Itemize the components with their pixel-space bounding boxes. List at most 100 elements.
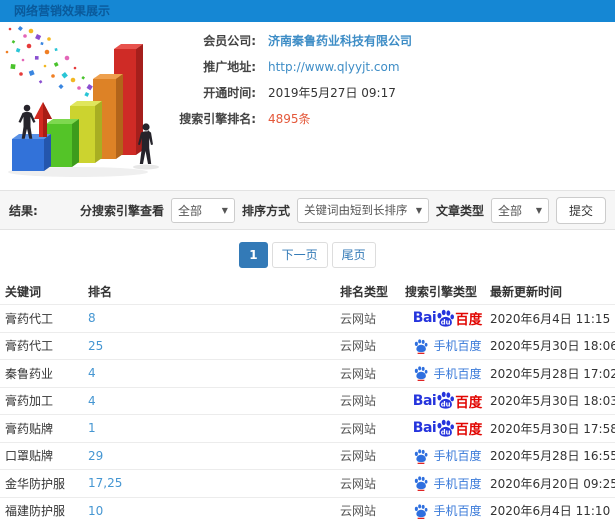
keyword-cell: 膏药代工 (5, 339, 54, 354)
bar-blue (12, 134, 51, 171)
baidu-paw-icon: du (437, 392, 455, 409)
rank-cell[interactable]: 8 (88, 311, 340, 325)
chevron-down-icon: ▼ (221, 205, 228, 215)
updated-cell: 2020年5月30日 18:03 (490, 394, 615, 409)
updated-cell: 2020年5月30日 18:06 (490, 339, 615, 354)
promo-url-label: 推广地址: (203, 60, 256, 74)
engine-select[interactable]: 全部 ▼ (170, 197, 235, 223)
rank-type-cell: 云网站 (340, 504, 377, 519)
company-link[interactable]: 济南秦鲁药业科技有限公司 (268, 28, 412, 54)
table-row: 福建防护服 10 云网站 手机百度 2020年6月4日 11:10 (0, 496, 615, 520)
svg-text:du: du (441, 401, 451, 409)
rank-type-cell: 云网站 (340, 339, 377, 354)
engine-cell: Bai du 百度 (405, 390, 490, 411)
rank-cell[interactable]: 10 (88, 504, 340, 518)
chevron-down-icon: ▼ (415, 205, 422, 215)
rank-type-cell: 云网站 (340, 476, 377, 491)
rank-cell[interactable]: 25 (88, 339, 340, 353)
header-keyword: 关键词 (5, 284, 42, 299)
table-row: 秦鲁药业 4 云网站 手机百度 2020年5月28日 17:02 (0, 359, 615, 387)
article-type-select[interactable]: 全部 ▼ (490, 197, 549, 223)
baidu-paw-icon (415, 504, 428, 519)
rank-type-cell: 云网站 (340, 449, 377, 464)
svg-text:du: du (441, 428, 451, 436)
header-rank-type: 排名类型 (340, 284, 389, 299)
engine-cell: Bai du 百度 (405, 308, 490, 329)
info-row-url: 推广地址: http://www.qlyyjt.com (178, 54, 615, 80)
updated-cell: 2020年6月4日 11:10 (490, 504, 611, 519)
pagination: 1 下一页 尾页 (0, 230, 615, 278)
rank-type-cell: 云网站 (340, 366, 377, 381)
company-label: 会员公司: (203, 34, 256, 48)
baidu-logo: Bai du 百度 (413, 418, 482, 439)
table-row: 口罩贴牌 29 云网站 手机百度 2020年5月28日 16:55 (0, 441, 615, 470)
rank-count-value: 4895条 (268, 112, 311, 126)
titlebar: 网络营销效果展示 (0, 0, 615, 22)
chevron-down-icon: ▼ (535, 205, 542, 215)
baidu-logo: Bai du 百度 (413, 308, 482, 329)
updated-cell: 2020年6月20日 09:25 (490, 476, 615, 491)
rank-cell[interactable]: 17,25 (88, 476, 340, 490)
result-label: 结果: (9, 203, 38, 218)
rank-cell[interactable]: 4 (88, 394, 340, 408)
rank-cell[interactable]: 4 (88, 366, 340, 380)
page-1-button[interactable]: 1 (239, 242, 268, 268)
rank-type-cell: 云网站 (340, 394, 377, 409)
updated-cell: 2020年5月30日 17:58 (490, 421, 615, 436)
rank-cell[interactable]: 29 (88, 449, 340, 463)
promo-url-link[interactable]: http://www.qlyyjt.com (268, 54, 400, 80)
engine-cell: 手机百度 (405, 447, 490, 464)
keyword-cell: 膏药贴牌 (5, 421, 54, 436)
table-header-row: 关键词 排名 排名类型 搜索引擎类型 最新更新时间 (0, 278, 615, 304)
keyword-cell: 膏药加工 (5, 394, 54, 409)
baidu-paw-icon: du (437, 419, 455, 437)
engine-cell: Bai du 百度 (405, 418, 490, 439)
rank-cell[interactable]: 1 (88, 421, 340, 435)
mobile-baidu-logo: 手机百度 (413, 365, 482, 382)
baidu-paw-icon (415, 366, 428, 382)
sort-select[interactable]: 关键词由短到长排序 ▼ (296, 197, 429, 223)
updated-cell: 2020年5月28日 16:55 (490, 449, 615, 464)
businessman-left (18, 104, 36, 139)
mobile-baidu-logo: 手机百度 (413, 447, 482, 464)
member-info-list: 会员公司: 济南秦鲁药业科技有限公司 推广地址: http://www.qlyy… (178, 24, 615, 188)
article-type-value: 全部 (497, 203, 522, 218)
info-row-company: 会员公司: 济南秦鲁药业科技有限公司 (178, 28, 615, 54)
growth-chart-image (5, 26, 159, 177)
keyword-cell: 福建防护服 (5, 504, 66, 519)
next-page-button[interactable]: 下一页 (271, 242, 328, 268)
results-table: 关键词 排名 排名类型 搜索引擎类型 最新更新时间 膏药代工 8 云网站 Bai… (0, 278, 615, 520)
bar-chart-illustration (0, 24, 178, 184)
table-row: 膏药加工 4 云网站 Bai du 百度 2020年5月30日 18:03 (0, 386, 615, 415)
baidu-paw-icon (415, 339, 428, 354)
last-page-button[interactable]: 尾页 (331, 242, 376, 268)
mobile-baidu-logo: 手机百度 (413, 337, 482, 354)
sort-filter-label: 排序方式 (241, 203, 290, 218)
filter-controls: 分搜索引擎查看 全部 ▼ 排序方式 关键词由短到长排序 ▼ 文章类型 全部 ▼ … (80, 196, 606, 224)
open-time-value: 2019年5月27日 09:17 (268, 86, 396, 100)
table-body: 膏药代工 8 云网站 Bai du 百度 2020年6月4日 11:15 膏药代… (0, 304, 615, 520)
article-type-label: 文章类型 (435, 203, 484, 218)
baidu-paw-icon (415, 476, 428, 492)
keyword-cell: 口罩贴牌 (5, 449, 54, 464)
open-time-label: 开通时间: (203, 86, 256, 100)
table-row: 膏药代工 25 云网站 手机百度 2020年5月30日 18:06 (0, 331, 615, 360)
header-engine-type: 搜索引擎类型 (405, 284, 478, 299)
confetti-dots (5, 26, 97, 97)
engine-cell: 手机百度 (405, 365, 490, 382)
info-row-rank-count: 搜索引擎排名: 4895条 (178, 106, 615, 132)
engine-cell: 手机百度 (405, 502, 490, 519)
info-row-open-time: 开通时间: 2019年5月27日 09:17 (178, 80, 615, 106)
baidu-paw-icon (415, 449, 428, 464)
engine-cell: 手机百度 (405, 337, 490, 354)
submit-button[interactable]: 提交 (555, 196, 606, 224)
member-info-section: 会员公司: 济南秦鲁药业科技有限公司 推广地址: http://www.qlyy… (0, 22, 615, 188)
rank-type-cell: 云网站 (340, 311, 377, 326)
updated-cell: 2020年6月4日 11:15 (490, 311, 611, 326)
baidu-logo: Bai du 百度 (413, 390, 482, 411)
header-rank: 排名 (88, 284, 113, 299)
engine-cell: 手机百度 (405, 475, 490, 492)
page-title: 网络营销效果展示 (14, 4, 111, 18)
rank-count-label: 搜索引擎排名: (179, 112, 256, 126)
table-row: 金华防护服 17,25 云网站 手机百度 2020年6月20日 09:25 (0, 469, 615, 497)
